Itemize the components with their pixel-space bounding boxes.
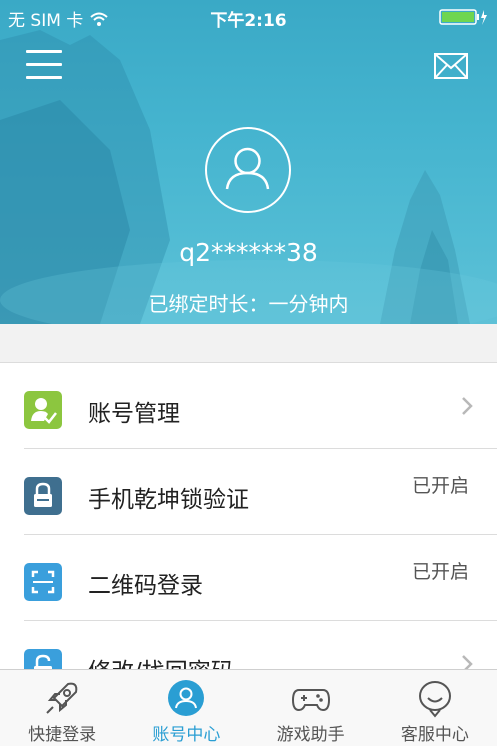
gamepad-icon <box>291 689 330 712</box>
account-header: 无 SIM 卡 下午2:16 q2******38 已绑定时长：一分钟内 <box>0 0 497 324</box>
qr-scan-icon <box>24 563 62 601</box>
tab-label: 客服中心 <box>400 725 469 745</box>
chat-bubble-icon <box>418 681 451 718</box>
list-item-label: 二维码登录 <box>88 573 203 599</box>
hamburger-menu-icon[interactable] <box>26 50 62 80</box>
battery-icon <box>439 9 487 25</box>
bind-duration: 已绑定时长：一分钟内 <box>148 292 349 316</box>
list-item-label: 修改/找回密码 <box>88 652 234 670</box>
settings-list: 账号管理 手机乾坤锁验证 已开启 二维码登录 已开启 修改/找回密码 <box>0 362 497 670</box>
list-item-label: 手机乾坤锁验证 <box>88 487 249 513</box>
chevron-right-icon <box>462 397 473 415</box>
unlock-icon <box>24 649 62 670</box>
status-text: 已开启 <box>411 561 469 583</box>
tab-quick-login[interactable]: 快捷登录 <box>0 670 124 746</box>
rocket-icon <box>46 682 78 714</box>
list-item-phone-lock[interactable]: 手机乾坤锁验证 已开启 <box>24 449 497 535</box>
user-avatar-icon[interactable] <box>205 127 291 213</box>
chevron-right-icon <box>462 655 473 670</box>
envelope-icon[interactable] <box>434 53 468 79</box>
tab-customer-service[interactable]: 客服中心 <box>373 670 497 746</box>
list-item-label: 账号管理 <box>88 401 180 427</box>
lock-icon <box>24 477 62 515</box>
list-item-account-manage[interactable]: 账号管理 <box>24 363 497 449</box>
clock: 下午2:16 <box>210 11 287 31</box>
list-item-change-password[interactable]: 修改/找回密码 <box>24 621 497 670</box>
tab-label: 快捷登录 <box>28 725 97 745</box>
username: q2******38 <box>179 238 318 267</box>
tab-bar: 快捷登录 账号中心 游戏助手 客服中心 <box>0 669 497 746</box>
tab-label: 游戏助手 <box>276 725 345 745</box>
user-circle-icon <box>168 680 205 716</box>
status-bar: 无 SIM 卡 下午2:16 <box>0 0 497 34</box>
tab-game-assistant[interactable]: 游戏助手 <box>249 670 373 746</box>
tab-label: 账号中心 <box>152 725 221 745</box>
tab-account-center[interactable]: 账号中心 <box>124 670 248 746</box>
list-item-qr-login[interactable]: 二维码登录 已开启 <box>24 535 497 621</box>
status-text: 已开启 <box>411 475 469 497</box>
account-manage-icon <box>24 391 62 429</box>
